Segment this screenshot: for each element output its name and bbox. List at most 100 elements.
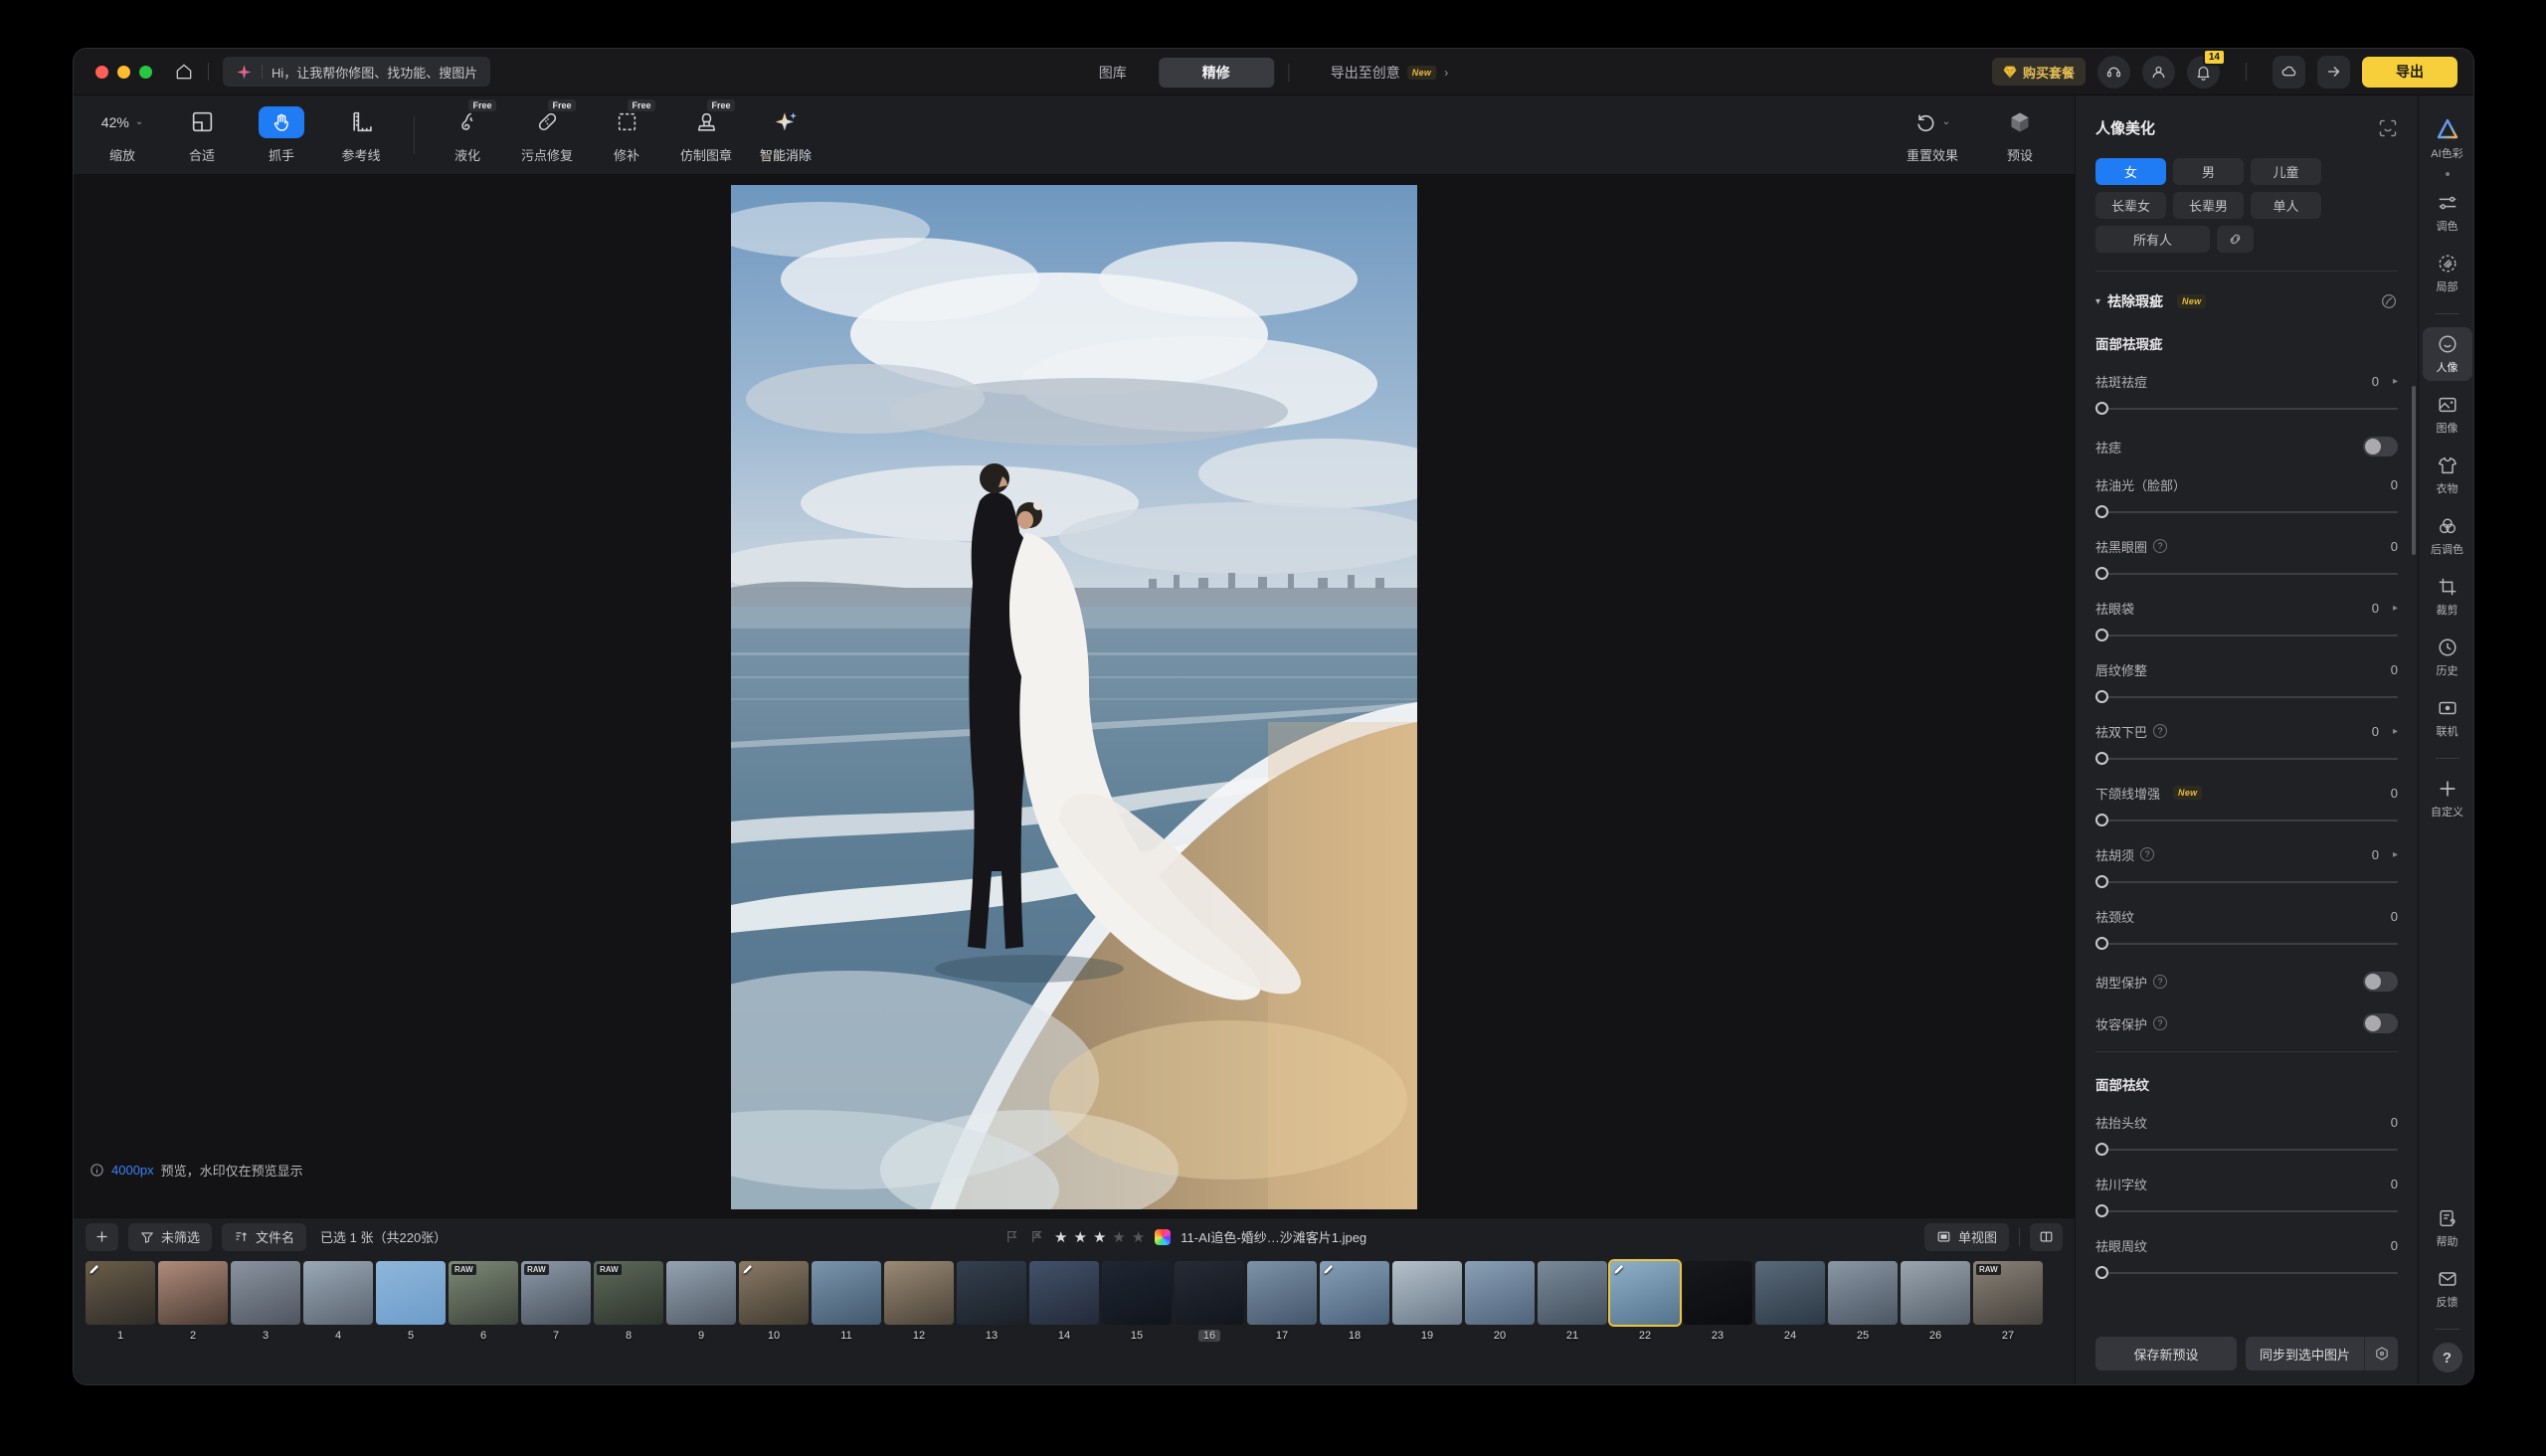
face-type-female[interactable]: 女 — [2095, 158, 2166, 185]
slider[interactable] — [2095, 752, 2398, 765]
filmstrip-thumb[interactable]: 23 — [1683, 1261, 1752, 1384]
filmstrip-thumb[interactable]: 12 — [884, 1261, 954, 1384]
tab-library[interactable]: 图库 — [1071, 58, 1155, 88]
star-icon[interactable]: ★ — [1073, 1228, 1086, 1246]
minimize-window-button[interactable] — [117, 66, 130, 79]
slider-knob[interactable] — [2095, 752, 2108, 765]
support-button[interactable] — [2097, 56, 2130, 89]
info-icon[interactable]: ? — [2153, 975, 2167, 989]
info-icon[interactable]: ? — [2153, 724, 2167, 738]
photo-preview[interactable] — [731, 185, 1417, 1209]
slider[interactable] — [2095, 505, 2398, 518]
reset-effects-button[interactable]: ⌄ 重置效果 — [1906, 106, 1959, 164]
filmstrip-thumb[interactable]: 21 — [1538, 1261, 1607, 1384]
filmstrip-thumb[interactable]: 19 — [1392, 1261, 1462, 1384]
filmstrip-thumb[interactable]: 14 — [1029, 1261, 1099, 1384]
face-type-child[interactable]: 儿童 — [2251, 158, 2321, 185]
sidebar-item-ai[interactable]: AI色彩 — [2423, 111, 2472, 167]
filmstrip-thumb[interactable]: 4 — [303, 1261, 373, 1384]
slider-knob[interactable] — [2095, 1266, 2108, 1279]
guides-tool[interactable]: 参考线 — [334, 106, 388, 164]
star-icon[interactable]: ★ — [1093, 1228, 1106, 1246]
slider-knob[interactable] — [2095, 567, 2108, 580]
sidebar-item-cloth[interactable]: 衣物 — [2423, 449, 2472, 502]
slider[interactable] — [2095, 567, 2398, 580]
sort-button[interactable]: 文件名 — [222, 1223, 306, 1251]
patch-tool[interactable]: Free 修补 — [600, 106, 653, 164]
info-icon[interactable]: ? — [2140, 847, 2154, 861]
slider-knob[interactable] — [2095, 814, 2108, 826]
face-type-everyone[interactable]: 所有人 — [2095, 226, 2210, 253]
filmstrip-thumb[interactable]: 15 — [1102, 1261, 1172, 1384]
face-type-male[interactable]: 男 — [2173, 158, 2244, 185]
filmstrip-thumb[interactable]: RAW27 — [1973, 1261, 2043, 1384]
expand-arrow-icon[interactable]: ▸ — [2393, 376, 2398, 387]
sidebar-item-help[interactable]: 帮助 — [2423, 1201, 2472, 1255]
expand-arrow-icon[interactable]: ▸ — [2393, 849, 2398, 860]
tab-retouch[interactable]: 精修 — [1159, 58, 1274, 88]
hand-tool[interactable]: 抓手 — [255, 106, 308, 164]
expand-arrow-icon[interactable]: ▸ — [2393, 603, 2398, 614]
slider-knob[interactable] — [2095, 937, 2108, 950]
presets-button[interactable]: 预设 — [1993, 106, 2047, 164]
smart-erase-tool[interactable]: 智能消除 — [759, 106, 813, 164]
filmstrip-thumb[interactable]: 26 — [1901, 1261, 1970, 1384]
canvas[interactable]: 4000px 预览，水印仅在预览显示 — [74, 175, 2075, 1217]
notifications-button[interactable]: 14 — [2187, 56, 2220, 89]
buy-plan-button[interactable]: 购买套餐 — [1992, 58, 2086, 86]
star-rating[interactable]: ★★★★★ — [1054, 1228, 1145, 1246]
fit-tool[interactable]: 合适 — [175, 106, 229, 164]
slider[interactable] — [2095, 402, 2398, 415]
sidebar-item-grade[interactable]: 后调色 — [2423, 509, 2472, 563]
single-view-button[interactable]: 单视图 — [1924, 1223, 2009, 1251]
sidebar-item-tether[interactable]: 联机 — [2423, 691, 2472, 745]
toggle-switch[interactable] — [2363, 972, 2398, 992]
filmstrip-thumb[interactable]: 25 — [1828, 1261, 1898, 1384]
filmstrip-thumb[interactable]: 16 — [1175, 1261, 1244, 1384]
filmstrip-thumb[interactable]: 9 — [666, 1261, 736, 1384]
expand-arrow-icon[interactable]: ▸ — [2393, 726, 2398, 737]
sidebar-item-face[interactable]: 人像 — [2423, 327, 2472, 381]
star-icon[interactable]: ★ — [1132, 1228, 1145, 1246]
slider-knob[interactable] — [2095, 875, 2108, 888]
sidebar-item-crop[interactable]: 裁剪 — [2423, 570, 2472, 624]
slider[interactable] — [2095, 1266, 2398, 1279]
info-icon[interactable]: ? — [2153, 1016, 2167, 1030]
filmstrip-thumb[interactable]: 3 — [231, 1261, 300, 1384]
flag-reject-icon[interactable] — [1029, 1229, 1044, 1244]
spot-heal-tool[interactable]: Free 污点修复 — [520, 106, 574, 164]
filmstrip-thumb[interactable]: 10 — [739, 1261, 809, 1384]
slider[interactable] — [2095, 937, 2398, 950]
filmstrip-thumb[interactable]: 11 — [812, 1261, 881, 1384]
info-icon[interactable]: ? — [2153, 539, 2167, 553]
sync-to-selected-button[interactable]: 同步到选中图片 — [2246, 1337, 2398, 1370]
sidebar-item-tune[interactable]: 调色 — [2423, 186, 2472, 240]
slider[interactable] — [2095, 1143, 2398, 1156]
color-label-chip[interactable] — [1155, 1229, 1171, 1245]
collapse-panel-button[interactable] — [2317, 56, 2350, 89]
face-type-elder-female[interactable]: 长辈女 — [2095, 192, 2166, 219]
filmstrip-thumb[interactable]: 20 — [1465, 1261, 1535, 1384]
split-view-button[interactable] — [2030, 1223, 2063, 1251]
sidebar-item-local[interactable]: 局部 — [2423, 247, 2472, 300]
face-type-single[interactable]: 单人 — [2251, 192, 2321, 219]
account-button[interactable] — [2142, 56, 2175, 89]
filmstrip-thumb[interactable]: RAW8 — [594, 1261, 663, 1384]
filmstrip-thumb[interactable]: 1 — [86, 1261, 155, 1384]
face-type-elder-male[interactable]: 长辈男 — [2173, 192, 2244, 219]
zoom-tool[interactable]: 42%⌄ 缩放 — [95, 106, 149, 164]
save-preset-button[interactable]: 保存新预设 — [2095, 1337, 2237, 1370]
tab-export-creative[interactable]: 导出至创意 New › — [1303, 58, 1476, 88]
star-icon[interactable]: ★ — [1112, 1228, 1125, 1246]
filmstrip-thumb[interactable]: RAW6 — [449, 1261, 518, 1384]
export-button[interactable]: 导出 — [2362, 57, 2457, 88]
toggle-switch[interactable] — [2363, 1013, 2398, 1033]
slider[interactable] — [2095, 690, 2398, 703]
filmstrip-thumb[interactable]: 5 — [376, 1261, 446, 1384]
slider-knob[interactable] — [2095, 505, 2108, 518]
filmstrip-thumb[interactable]: 17 — [1247, 1261, 1317, 1384]
sidebar-item-image[interactable]: 图像 — [2423, 388, 2472, 442]
link-settings-button[interactable] — [2217, 226, 2254, 253]
home-icon[interactable] — [174, 62, 194, 82]
add-photos-button[interactable] — [86, 1223, 118, 1251]
